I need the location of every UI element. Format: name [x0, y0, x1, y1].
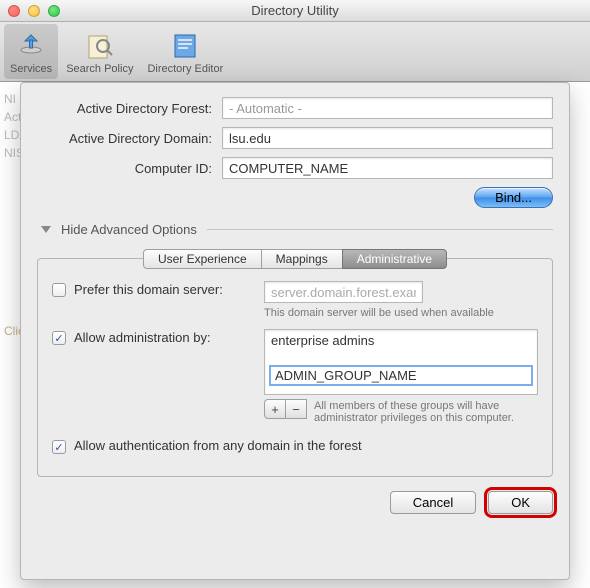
prefer-server-label: Prefer this domain server:: [74, 281, 264, 297]
services-icon: [14, 29, 48, 63]
list-item-editing[interactable]: ADMIN_GROUP_NAME: [269, 365, 533, 386]
toolbar: Services Search Policy Directory Editor: [0, 22, 590, 82]
domain-field[interactable]: [222, 127, 553, 149]
prefer-server-hint: This domain server will be used when ava…: [264, 307, 538, 319]
domain-label: Active Directory Domain:: [37, 131, 222, 146]
bind-button[interactable]: Bind...: [474, 187, 553, 208]
toolbar-search-policy[interactable]: Search Policy: [60, 24, 139, 79]
allow-admin-label: Allow administration by:: [74, 329, 264, 345]
allow-auth-checkbox[interactable]: ✓: [52, 440, 66, 454]
computer-id-field[interactable]: [222, 157, 553, 179]
toolbar-directory-editor[interactable]: Directory Editor: [141, 24, 229, 79]
admin-groups-list[interactable]: enterprise admins ADMIN_GROUP_NAME: [264, 329, 538, 395]
toolbar-search-policy-label: Search Policy: [66, 63, 133, 75]
prefer-server-field: [264, 281, 423, 303]
advanced-toggle-label: Hide Advanced Options: [61, 222, 197, 237]
forest-field[interactable]: [222, 97, 553, 119]
settings-sheet: Active Directory Forest: Active Director…: [20, 82, 570, 580]
forest-label: Active Directory Forest:: [37, 101, 222, 116]
tab-administrative[interactable]: Administrative: [342, 249, 447, 269]
computer-id-label: Computer ID:: [37, 161, 222, 176]
search-policy-icon: [83, 29, 117, 63]
tabs: User Experience Mappings Administrative: [37, 249, 553, 269]
prefer-server-checkbox[interactable]: [52, 283, 66, 297]
directory-editor-icon: [168, 29, 202, 63]
advanced-disclosure[interactable]: Hide Advanced Options: [37, 222, 553, 237]
tab-user-experience[interactable]: User Experience: [143, 249, 262, 269]
toolbar-services-label: Services: [10, 63, 52, 75]
allow-auth-label: Allow authentication from any domain in …: [74, 438, 362, 453]
toolbar-services[interactable]: Services: [4, 24, 58, 79]
administrative-panel: Prefer this domain server: This domain s…: [37, 258, 553, 477]
titlebar: Directory Utility: [0, 0, 590, 22]
ok-button[interactable]: OK: [488, 491, 553, 514]
cancel-button[interactable]: Cancel: [390, 491, 476, 514]
remove-button[interactable]: −: [285, 399, 307, 419]
tab-mappings[interactable]: Mappings: [261, 249, 343, 269]
list-item[interactable]: enterprise admins: [265, 330, 537, 351]
allow-admin-checkbox[interactable]: ✓: [52, 331, 66, 345]
window-title: Directory Utility: [0, 3, 590, 18]
toolbar-directory-editor-label: Directory Editor: [147, 63, 223, 75]
chevron-down-icon: [41, 226, 51, 233]
add-button[interactable]: +: [264, 399, 286, 419]
members-hint: All members of these groups will have ad…: [314, 399, 538, 424]
